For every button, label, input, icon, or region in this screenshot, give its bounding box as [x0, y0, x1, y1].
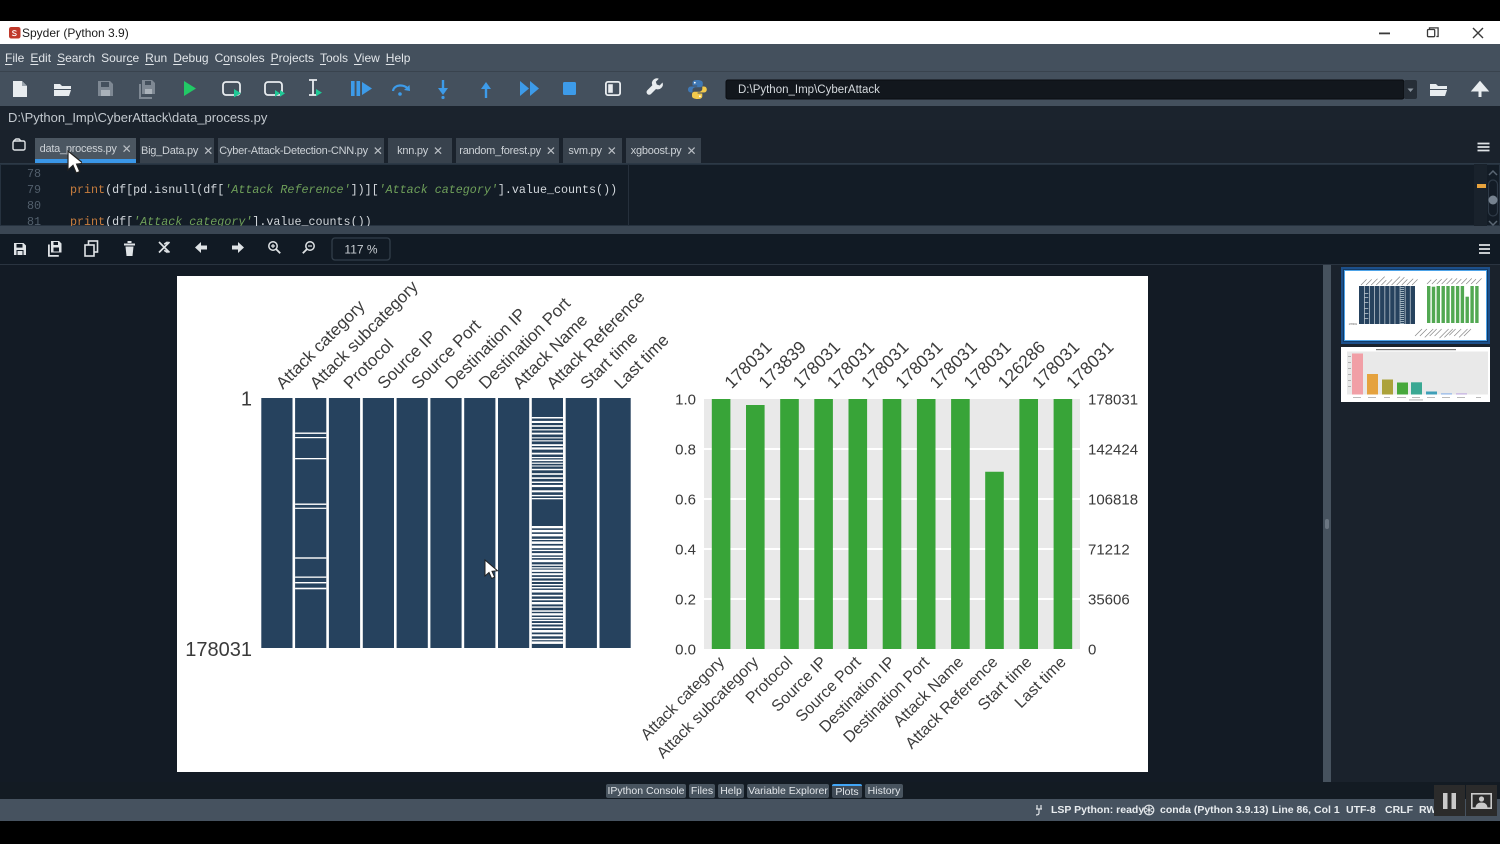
svg-text:0.0: 0.0 — [675, 642, 696, 659]
svg-text:0.8: 0.8 — [675, 442, 696, 459]
svg-text:1: 1 — [241, 389, 252, 411]
svg-text:178031: 178031 — [1349, 323, 1358, 326]
svg-text:117 %: 117 % — [344, 243, 377, 257]
svg-text:142424: 142424 — [1088, 442, 1138, 459]
svg-text:106818: 106818 — [1088, 492, 1138, 509]
svg-text:0.6: 0.6 — [675, 492, 696, 509]
svg-text:35606: 35606 — [1088, 592, 1130, 609]
svg-text:0: 0 — [1088, 642, 1096, 659]
svg-text:178031: 178031 — [185, 639, 252, 661]
svg-text:0.4: 0.4 — [675, 542, 696, 559]
svg-text:178031: 178031 — [1088, 392, 1138, 409]
svg-text:71212: 71212 — [1088, 542, 1130, 559]
svg-text:D:\Python_Imp\CyberAttack: D:\Python_Imp\CyberAttack — [738, 84, 880, 96]
svg-text:1.0: 1.0 — [675, 392, 696, 409]
svg-text:0.2: 0.2 — [675, 592, 696, 609]
